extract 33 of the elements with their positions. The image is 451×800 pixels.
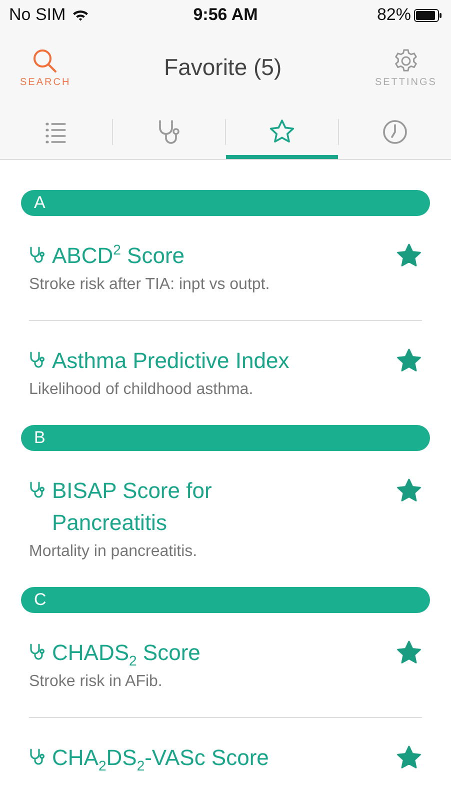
item-description: Mortality in pancreatitis. — [29, 542, 198, 562]
item-description: Stroke risk in AFib. — [29, 672, 164, 692]
star-icon[interactable] — [396, 745, 422, 770]
star-icon[interactable] — [396, 640, 422, 665]
calculator-link[interactable]: CHADS$_{2}$ Score — [52, 637, 200, 669]
stethoscope-icon — [29, 481, 46, 499]
stethoscope-icon — [29, 246, 46, 264]
carrier-label: No SIM — [9, 5, 66, 25]
wifi-icon — [72, 9, 89, 21]
item-description: Likelihood of childhood asthma. — [29, 380, 254, 400]
battery-percent: 82% — [376, 5, 411, 25]
calculator-link[interactable]: Asthma Predictive Index — [52, 345, 290, 377]
section-header: A — [21, 190, 430, 216]
battery-icon — [414, 8, 442, 22]
calculator-link[interactable]: ABCD$^{2}$ Score — [52, 240, 185, 272]
settings-button[interactable]: SETTINGS — [374, 48, 437, 88]
stethoscope-icon — [29, 748, 46, 766]
settings-icon — [392, 48, 419, 74]
search-icon — [32, 48, 58, 74]
star-icon[interactable] — [396, 348, 422, 373]
clock-time: 9:56 AM — [193, 5, 258, 25]
section-header: C — [21, 587, 430, 613]
stethoscope-icon — [29, 351, 46, 369]
section-header: B — [21, 425, 430, 451]
calculator-link[interactable]: CHA$_{2}$DS$_{2}$-VASc Score — [52, 742, 269, 774]
star-icon[interactable] — [396, 478, 422, 503]
clock-icon — [380, 117, 410, 147]
search-button[interactable]: SEARCH — [20, 48, 71, 88]
stethoscope-icon — [29, 643, 46, 661]
calculator-link[interactable]: BISAP Score for Pancreatitis — [52, 475, 329, 539]
star-icon[interactable] — [396, 243, 422, 268]
screen-title: Favorite (5) — [164, 54, 282, 81]
item-description: Stroke risk after TIA: inpt vs outpt. — [29, 275, 271, 295]
